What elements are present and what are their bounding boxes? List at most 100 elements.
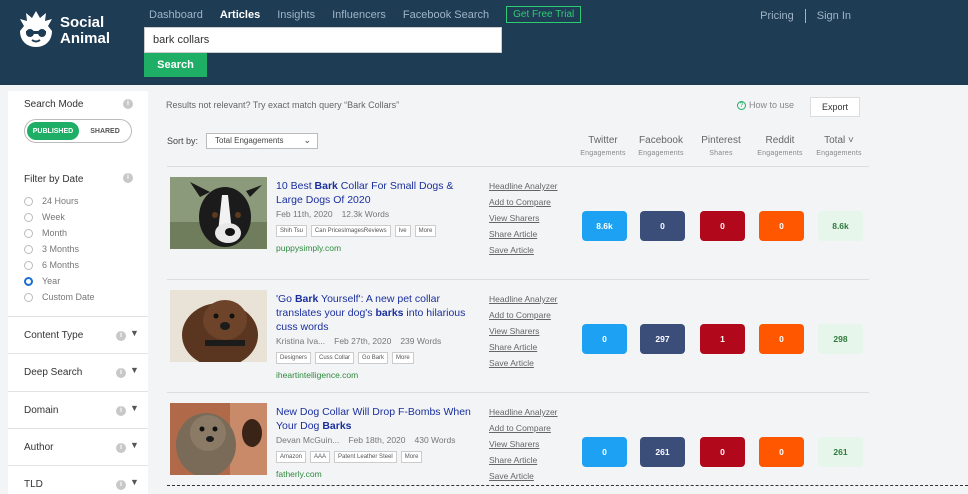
pinterest-count[interactable]: 0 [700, 211, 745, 241]
info-icon[interactable]: i [116, 368, 126, 378]
col-twitter[interactable]: Twitter Engagements [573, 135, 633, 157]
headline-analyzer-link[interactable]: Headline Analyzer [489, 181, 558, 192]
date-option-24h[interactable]: 24 Hours [24, 196, 79, 206]
col-pinterest[interactable]: Pinterest Shares [691, 135, 751, 157]
radio-icon[interactable] [24, 228, 33, 238]
facebook-count[interactable]: 261 [640, 437, 685, 467]
tag[interactable]: Can PricesImagesReviews [310, 225, 391, 237]
article-author[interactable]: Devan McGuin... [276, 435, 339, 445]
total-count[interactable]: 8.6k [818, 211, 863, 241]
filter-author[interactable]: Author i ▼ [8, 428, 148, 465]
radio-checked-icon[interactable] [24, 276, 33, 286]
add-to-compare-link[interactable]: Add to Compare [489, 310, 558, 321]
nav-dashboard[interactable]: Dashboard [149, 9, 203, 21]
date-option-custom[interactable]: Custom Date [24, 292, 95, 302]
pricing-link[interactable]: Pricing [760, 10, 794, 22]
article-title[interactable]: 10 Best Bark Collar For Small Dogs & Lar… [276, 179, 476, 207]
search-input[interactable]: bark collars [144, 27, 502, 53]
tag[interactable]: Designers [276, 352, 312, 364]
relevance-hint[interactable]: Results not relevant? Try exact match qu… [166, 100, 399, 110]
article-thumbnail[interactable] [170, 177, 267, 249]
date-option-3-months[interactable]: 3 Months [24, 244, 79, 254]
total-count[interactable]: 298 [818, 324, 863, 354]
tag[interactable]: Cuss Collar [315, 352, 355, 364]
add-to-compare-link[interactable]: Add to Compare [489, 197, 558, 208]
tag[interactable]: Go Bark [358, 352, 389, 364]
filter-domain[interactable]: Domain i ▼ [8, 391, 148, 428]
mode-published[interactable]: PUBLISHED [27, 122, 79, 140]
view-sharers-link[interactable]: View Sharers [489, 439, 558, 450]
article-title[interactable]: 'Go Bark Yourself': A new pet collar tra… [276, 292, 476, 334]
date-option-month[interactable]: Month [24, 228, 67, 238]
reddit-count[interactable]: 0 [759, 211, 804, 241]
twitter-count[interactable]: 0 [582, 437, 627, 467]
info-icon[interactable]: i [116, 480, 126, 490]
filter-deep-search[interactable]: Deep Search i ▼ [8, 353, 148, 390]
total-count[interactable]: 261 [818, 437, 863, 467]
signin-link[interactable]: Sign In [817, 10, 851, 22]
article-title[interactable]: New Dog Collar Will Drop F-Bombs When Yo… [276, 405, 476, 433]
article-domain[interactable]: fatherly.com [276, 469, 322, 479]
headline-analyzer-link[interactable]: Headline Analyzer [489, 407, 558, 418]
radio-icon[interactable] [24, 212, 33, 222]
add-to-compare-link[interactable]: Add to Compare [489, 423, 558, 434]
chevron-down-icon[interactable]: ▼ [130, 477, 139, 487]
tag[interactable]: Shih Tsu [276, 225, 307, 237]
nav-influencers[interactable]: Influencers [332, 9, 386, 21]
info-icon[interactable]: i [116, 331, 126, 341]
facebook-count[interactable]: 297 [640, 324, 685, 354]
facebook-count[interactable]: 0 [640, 211, 685, 241]
article-author[interactable]: Kristina Iva... [276, 336, 325, 346]
search-mode-toggle[interactable]: PUBLISHED SHARED [24, 119, 132, 143]
share-article-link[interactable]: Share Article [489, 229, 558, 240]
chevron-down-icon[interactable]: ▼ [130, 328, 139, 338]
free-trial-button[interactable]: Get Free Trial [506, 6, 582, 23]
save-article-link[interactable]: Save Article [489, 358, 558, 369]
radio-icon[interactable] [24, 260, 33, 270]
export-button[interactable]: Export [810, 97, 860, 117]
reddit-count[interactable]: 0 [759, 437, 804, 467]
radio-icon[interactable] [24, 244, 33, 254]
view-sharers-link[interactable]: View Sharers [489, 213, 558, 224]
save-article-link[interactable]: Save Article [489, 245, 558, 256]
chevron-down-icon[interactable]: ▼ [130, 365, 139, 375]
twitter-count[interactable]: 8.6k [582, 211, 627, 241]
date-option-year[interactable]: Year [24, 276, 60, 286]
article-domain[interactable]: puppysimply.com [276, 243, 341, 253]
pinterest-count[interactable]: 0 [700, 437, 745, 467]
col-total[interactable]: Total ˅ Engagements [809, 135, 869, 157]
chevron-down-icon[interactable]: ▼ [130, 440, 139, 450]
view-sharers-link[interactable]: View Sharers [489, 326, 558, 337]
tags-more-button[interactable]: More [400, 451, 423, 463]
sort-select[interactable]: Total Engagements ⌄ [206, 133, 318, 149]
mode-shared[interactable]: SHARED [81, 122, 129, 140]
nav-facebook-search[interactable]: Facebook Search [403, 9, 489, 21]
tag[interactable]: Ive [394, 225, 411, 237]
col-reddit[interactable]: Reddit Engagements [750, 135, 810, 157]
col-facebook[interactable]: Facebook Engagements [631, 135, 691, 157]
article-domain[interactable]: iheartintelligence.com [276, 370, 358, 380]
share-article-link[interactable]: Share Article [489, 455, 558, 466]
info-icon[interactable]: i [123, 99, 133, 109]
chevron-down-icon[interactable]: ▼ [130, 403, 139, 413]
article-thumbnail[interactable] [170, 290, 267, 362]
tags-more-button[interactable]: More [392, 352, 414, 364]
pinterest-count[interactable]: 1 [700, 324, 745, 354]
share-article-link[interactable]: Share Article [489, 342, 558, 353]
filter-content-type[interactable]: Content Type i ▼ [8, 316, 148, 353]
radio-icon[interactable] [24, 196, 33, 206]
radio-icon[interactable] [24, 292, 33, 302]
filter-tld[interactable]: TLD i ▼ [8, 465, 148, 494]
headline-analyzer-link[interactable]: Headline Analyzer [489, 294, 558, 305]
tag[interactable]: AAA [310, 451, 331, 463]
search-button[interactable]: Search [144, 53, 207, 77]
brand-name[interactable]: Social Animal [60, 15, 110, 47]
info-icon[interactable]: i [123, 173, 133, 183]
twitter-count[interactable]: 0 [582, 324, 627, 354]
reddit-count[interactable]: 0 [759, 324, 804, 354]
info-icon[interactable]: i [116, 443, 126, 453]
nav-insights[interactable]: Insights [277, 9, 315, 21]
tags-more-button[interactable]: More [414, 225, 437, 237]
nav-articles[interactable]: Articles [220, 9, 260, 21]
tag[interactable]: Patent Leather Steel [334, 451, 397, 463]
